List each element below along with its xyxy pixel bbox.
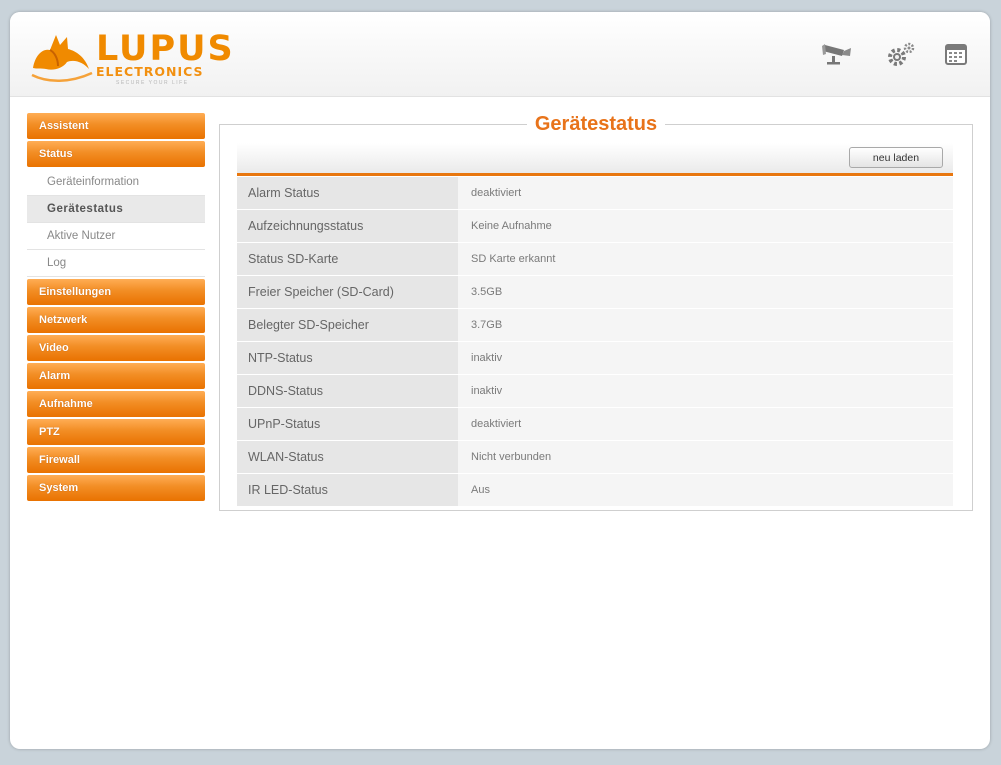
table-row: DDNS-Status inaktiv	[237, 374, 953, 408]
lupus-logo[interactable]: LUPUS ELECTRONICS SECURE YOUR LIFE	[30, 26, 240, 86]
status-value: deaktiviert	[458, 407, 953, 441]
table-row: Freier Speicher (SD-Card) 3.5GB	[237, 275, 953, 309]
reload-button[interactable]: neu laden	[849, 147, 943, 168]
table-row: Alarm Status deaktiviert	[237, 177, 953, 210]
status-key: UPnP-Status	[237, 407, 458, 441]
panel-toolbar: neu laden	[237, 143, 953, 176]
status-key: IR LED-Status	[237, 473, 458, 507]
status-key: Belegter SD-Speicher	[237, 308, 458, 342]
sidebar-item-status[interactable]: Status	[27, 141, 205, 167]
table-row: IR LED-Status Aus	[237, 473, 953, 507]
sidebar-item-einstellungen[interactable]: Einstellungen	[27, 279, 205, 305]
status-key: DDNS-Status	[237, 374, 458, 408]
status-value: 3.7GB	[458, 308, 953, 342]
sidebar-item-alarm[interactable]: Alarm	[27, 363, 205, 389]
status-key: NTP-Status	[237, 341, 458, 375]
status-value: deaktiviert	[458, 177, 953, 210]
sidebar-subitem-log[interactable]: Log	[27, 250, 205, 277]
table-row: NTP-Status inaktiv	[237, 341, 953, 375]
sidebar-item-ptz[interactable]: PTZ	[27, 419, 205, 445]
logo-wordmark: LUPUS	[96, 29, 235, 69]
status-key: WLAN-Status	[237, 440, 458, 474]
logo-subtitle: ELECTRONICS	[96, 64, 204, 79]
header-bar: LUPUS ELECTRONICS SECURE YOUR LIFE	[10, 12, 990, 97]
status-key: Alarm Status	[237, 177, 458, 210]
status-key: Aufzeichnungsstatus	[237, 209, 458, 243]
sidebar-item-aufnahme[interactable]: Aufnahme	[27, 391, 205, 417]
table-row: UPnP-Status deaktiviert	[237, 407, 953, 441]
status-table: Alarm Status deaktiviert Aufzeichnungsst…	[237, 177, 953, 507]
camera-icon[interactable]	[822, 42, 854, 71]
page-title: Gerätestatus	[526, 113, 666, 135]
sidebar-subitem-aktive-nutzer[interactable]: Aktive Nutzer	[27, 223, 205, 250]
status-value: inaktiv	[458, 374, 953, 408]
table-row: Belegter SD-Speicher 3.7GB	[237, 308, 953, 342]
status-value: Nicht verbunden	[458, 440, 953, 474]
sidebar-item-firewall[interactable]: Firewall	[27, 447, 205, 473]
status-value: inaktiv	[458, 341, 953, 375]
status-value: SD Karte erkannt	[458, 242, 953, 276]
status-value: 3.5GB	[458, 275, 953, 309]
status-value: Keine Aufnahme	[458, 209, 953, 243]
status-value: Aus	[458, 473, 953, 507]
wolf-logo-icon	[31, 35, 93, 82]
gear-icon[interactable]	[886, 42, 916, 73]
calendar-icon[interactable]	[944, 42, 968, 71]
sidebar-item-system[interactable]: System	[27, 475, 205, 501]
status-panel: Gerätestatus neu laden Alarm Status deak…	[219, 113, 973, 511]
app-window: LUPUS ELECTRONICS SECURE YOUR LIFE Assis…	[10, 12, 990, 749]
sidebar-subitem-geraetestatus[interactable]: Gerätestatus	[27, 196, 205, 223]
table-row: Status SD-Karte SD Karte erkannt	[237, 242, 953, 276]
sidebar-nav: Assistent Status Geräteinformation Gerät…	[27, 113, 205, 503]
sidebar-item-video[interactable]: Video	[27, 335, 205, 361]
sidebar-item-assistent[interactable]: Assistent	[27, 113, 205, 139]
table-row: Aufzeichnungsstatus Keine Aufnahme	[237, 209, 953, 243]
sidebar-subitem-geraeteinformation[interactable]: Geräteinformation	[27, 169, 205, 196]
logo-tagline: SECURE YOUR LIFE	[116, 80, 189, 86]
sidebar-item-netzwerk[interactable]: Netzwerk	[27, 307, 205, 333]
table-row: WLAN-Status Nicht verbunden	[237, 440, 953, 474]
status-key: Status SD-Karte	[237, 242, 458, 276]
status-key: Freier Speicher (SD-Card)	[237, 275, 458, 309]
